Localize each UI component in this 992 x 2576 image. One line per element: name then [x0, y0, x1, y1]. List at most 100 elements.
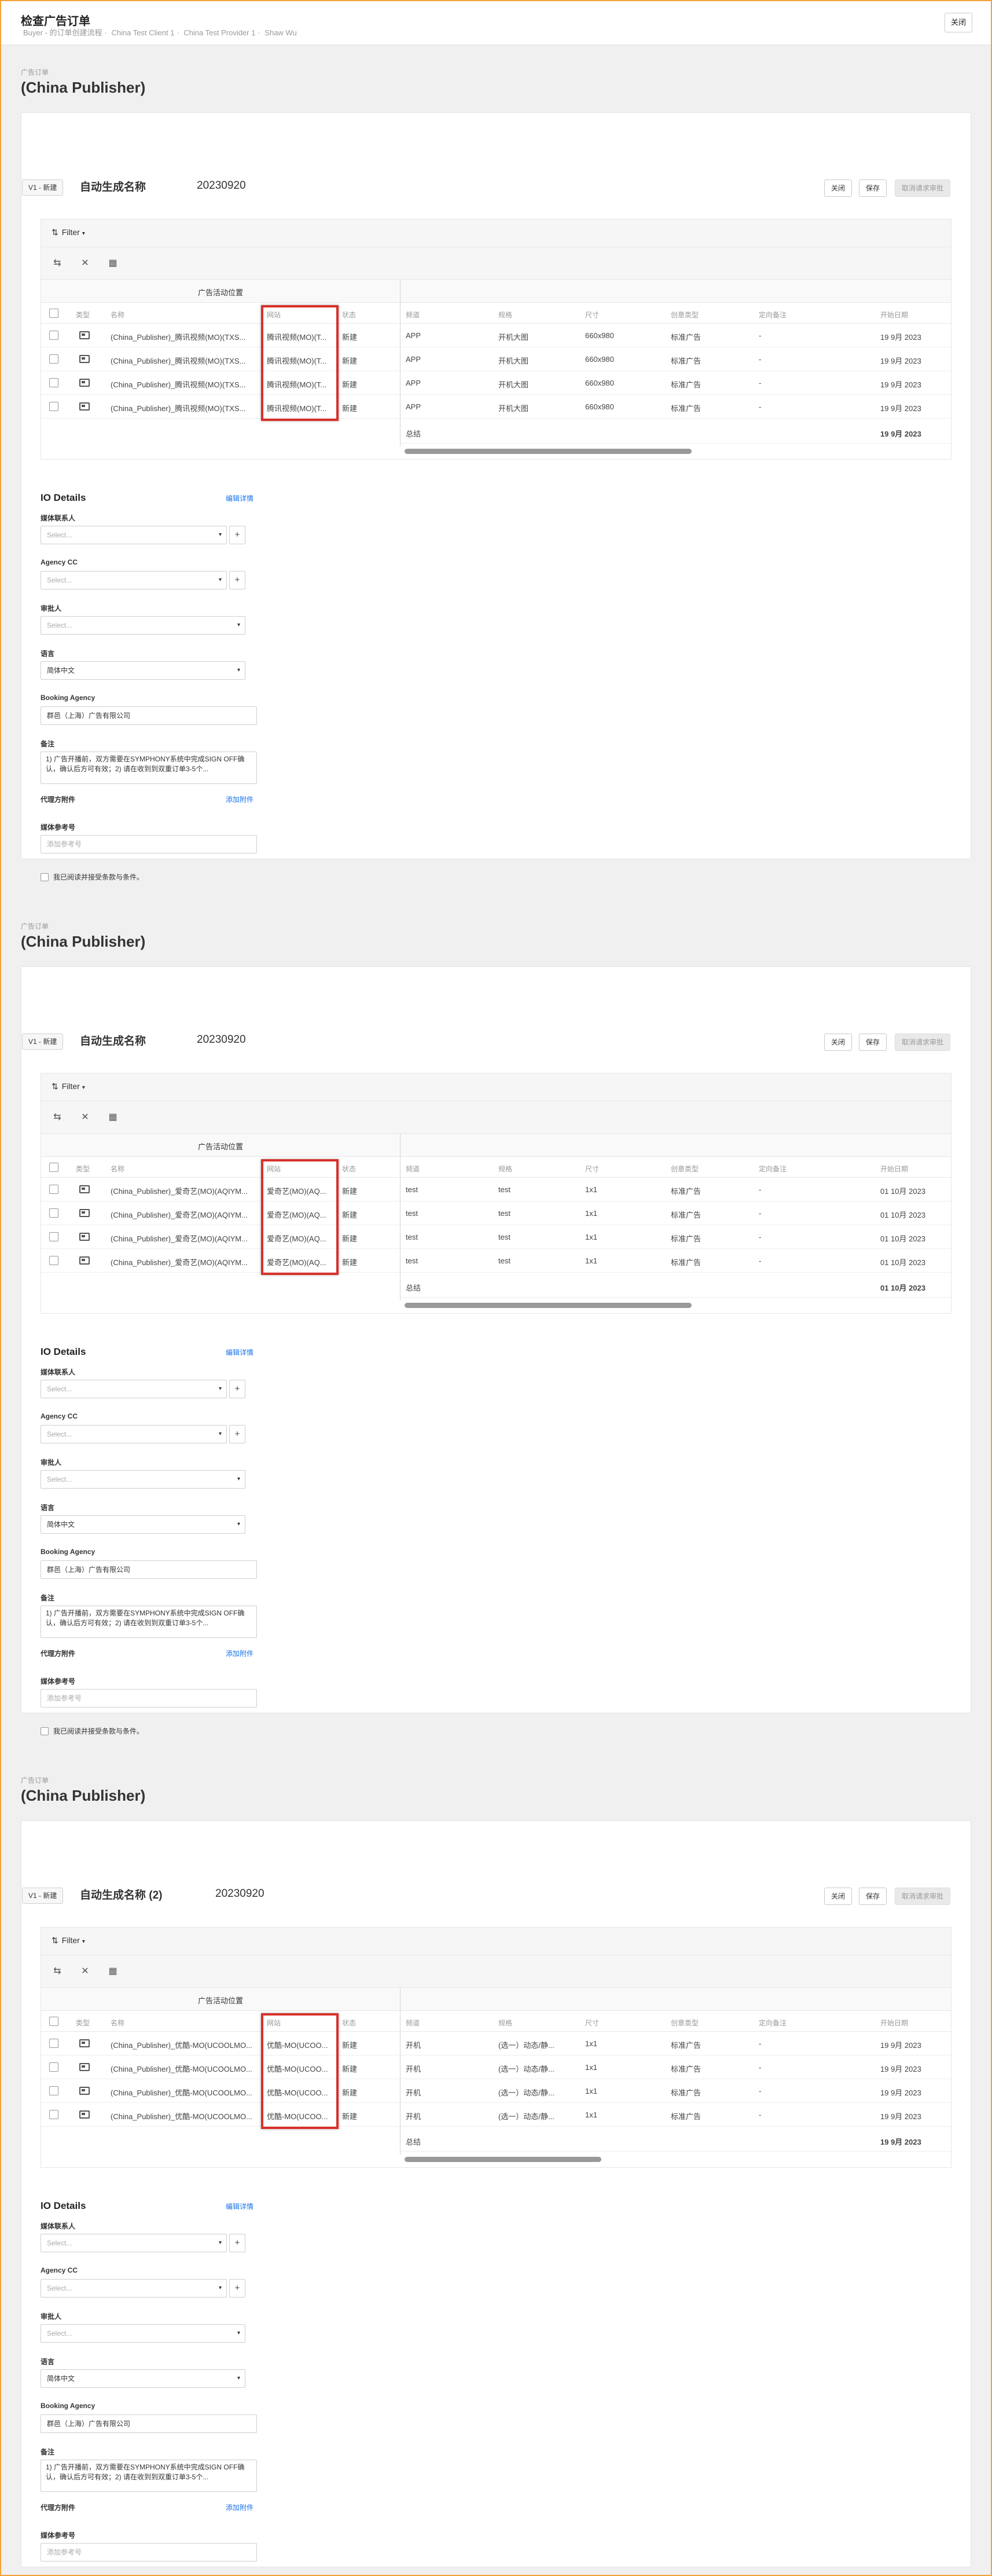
column-header[interactable]: 定向备注 — [759, 310, 787, 320]
add-agency-cc-button[interactable]: + — [229, 571, 245, 589]
column-header[interactable]: 频道 — [406, 2018, 420, 2028]
row-checkbox[interactable] — [49, 2110, 58, 2119]
swap-columns-icon[interactable]: ⇆ — [52, 1112, 63, 1123]
grid-view-icon[interactable]: ▦ — [107, 258, 119, 269]
breadcrumb-item[interactable]: Shaw Wu — [264, 28, 296, 37]
table-row[interactable]: (China_Publisher)_腾讯视频(MO)(TXS... 腾讯视频(MO… — [41, 371, 951, 395]
table-row[interactable]: (China_Publisher)_腾讯视频(MO)(TXS... 腾讯视频(MO… — [41, 395, 951, 419]
approver-select[interactable]: Select... ▾ — [41, 1470, 245, 1489]
column-header[interactable]: 规格 — [498, 1164, 512, 1174]
cell-name[interactable]: (China_Publisher)_爱奇艺(MO)(AQIYM... — [111, 1209, 255, 1220]
breadcrumb-item[interactable]: China Test Client 1 — [111, 28, 174, 37]
filter-button[interactable]: ⇅ Filter ▾ — [52, 1936, 85, 1945]
column-header[interactable]: 开始日期 — [880, 1164, 908, 1174]
terms-checkbox[interactable] — [41, 873, 49, 881]
language-select[interactable]: 简体中文 ▾ — [41, 2369, 245, 2388]
column-header[interactable]: 尺寸 — [585, 1164, 599, 1174]
column-header[interactable]: 开始日期 — [880, 2018, 908, 2028]
column-header[interactable]: 规格 — [498, 2018, 512, 2028]
column-header[interactable]: 创意类型 — [671, 1164, 699, 1174]
column-header[interactable]: 创意类型 — [671, 2018, 699, 2028]
row-checkbox[interactable] — [49, 2062, 58, 2072]
row-checkbox[interactable] — [49, 1232, 58, 1241]
column-header[interactable]: 类型 — [76, 2018, 90, 2028]
column-header[interactable]: 定向备注 — [759, 2018, 787, 2028]
table-row[interactable]: (China_Publisher)_爱奇艺(MO)(AQIYM... 爱奇艺(MO… — [41, 1178, 951, 1201]
add-agency-cc-button[interactable]: + — [229, 2279, 245, 2297]
cell-name[interactable]: (China_Publisher)_优酷-MO(UCOOLMO... — [111, 2087, 255, 2098]
language-select[interactable]: 简体中文 ▾ — [41, 1515, 245, 1534]
table-row[interactable]: (China_Publisher)_爱奇艺(MO)(AQIYM... 爱奇艺(MO… — [41, 1225, 951, 1249]
remark-textarea[interactable]: 1) 广告开播前，双方需要在SYMPHONY系统中完成SIGN OFF确认，确认… — [41, 2460, 257, 2492]
agency-cc-select[interactable]: Select... ▾ — [41, 2279, 227, 2297]
add-attachment-link[interactable]: 添加附件 — [226, 2502, 253, 2512]
row-checkbox[interactable] — [49, 2039, 58, 2048]
filter-button[interactable]: ⇅ Filter ▾ — [52, 1082, 85, 1091]
remark-textarea[interactable]: 1) 广告开播前，双方需要在SYMPHONY系统中完成SIGN OFF确认，确认… — [41, 752, 257, 784]
column-header[interactable]: 类型 — [76, 1164, 90, 1174]
approver-select[interactable]: Select... ▾ — [41, 2324, 245, 2343]
language-select[interactable]: 简体中文 ▾ — [41, 661, 245, 680]
row-checkbox[interactable] — [49, 378, 58, 387]
table-row[interactable]: (China_Publisher)_优酷-MO(UCOOLMO... 优酷-MO(… — [41, 2055, 951, 2079]
add-media-contact-button[interactable]: + — [229, 526, 245, 544]
close-icon[interactable]: ✕ — [79, 1112, 91, 1123]
table-row[interactable]: (China_Publisher)_优酷-MO(UCOOLMO... 优酷-MO(… — [41, 2032, 951, 2055]
cell-name[interactable]: (China_Publisher)_爱奇艺(MO)(AQIYM... — [111, 1256, 255, 1267]
column-header[interactable]: 名称 — [111, 1164, 124, 1174]
cell-name[interactable]: (China_Publisher)_腾讯视频(MO)(TXS... — [111, 379, 255, 390]
cell-name[interactable]: (China_Publisher)_腾讯视频(MO)(TXS... — [111, 331, 255, 342]
media-contact-select[interactable]: Select... ▾ — [41, 1380, 227, 1398]
table-row[interactable]: (China_Publisher)_爱奇艺(MO)(AQIYM... 爱奇艺(MO… — [41, 1201, 951, 1225]
select-all-checkbox[interactable] — [49, 2017, 58, 2026]
column-header[interactable]: 状态 — [342, 310, 356, 320]
cell-name[interactable]: (China_Publisher)_优酷-MO(UCOOLMO... — [111, 2063, 255, 2074]
column-header[interactable]: 创意类型 — [671, 310, 699, 320]
table-row[interactable]: (China_Publisher)_优酷-MO(UCOOLMO... 优酷-MO(… — [41, 2103, 951, 2127]
agency-cc-select[interactable]: Select... ▾ — [41, 571, 227, 589]
row-checkbox[interactable] — [49, 402, 58, 411]
row-checkbox[interactable] — [49, 1256, 58, 1265]
column-header[interactable]: 频道 — [406, 1164, 420, 1174]
swap-columns-icon[interactable]: ⇆ — [52, 1966, 63, 1977]
close-page-button[interactable]: 关闭 — [945, 13, 972, 32]
grid-view-icon[interactable]: ▦ — [107, 1966, 119, 1977]
select-all-checkbox[interactable] — [49, 309, 58, 318]
column-header[interactable]: 开始日期 — [880, 310, 908, 320]
swap-columns-icon[interactable]: ⇆ — [52, 258, 63, 269]
cell-name[interactable]: (China_Publisher)_爱奇艺(MO)(AQIYM... — [111, 1233, 255, 1244]
column-header[interactable]: 状态 — [342, 2018, 356, 2028]
media-reference-input[interactable]: 添加参考号 — [41, 2543, 257, 2562]
column-header[interactable]: 类型 — [76, 310, 90, 320]
column-header[interactable]: 尺寸 — [585, 310, 599, 320]
remark-textarea[interactable]: 1) 广告开播前，双方需要在SYMPHONY系统中完成SIGN OFF确认，确认… — [41, 1606, 257, 1638]
cell-name[interactable]: (China_Publisher)_腾讯视频(MO)(TXS... — [111, 402, 255, 413]
cell-name[interactable]: (China_Publisher)_腾讯视频(MO)(TXS... — [111, 355, 255, 366]
row-checkbox[interactable] — [49, 1185, 58, 1194]
column-header[interactable]: 名称 — [111, 2018, 124, 2028]
add-attachment-link[interactable]: 添加附件 — [226, 794, 253, 804]
edit-details-link[interactable]: 编辑详情 — [226, 1347, 253, 1357]
agency-cc-select[interactable]: Select... ▾ — [41, 1425, 227, 1443]
breadcrumb-item[interactable]: China Test Provider 1 — [183, 28, 255, 37]
horizontal-scrollbar[interactable] — [405, 1303, 692, 1308]
column-header[interactable]: 名称 — [111, 310, 124, 320]
grid-view-icon[interactable]: ▦ — [107, 1112, 119, 1123]
media-reference-input[interactable]: 添加参考号 — [41, 1689, 257, 1707]
close-button[interactable]: 关闭 — [824, 1888, 852, 1905]
column-header[interactable]: 尺寸 — [585, 2018, 599, 2028]
column-header[interactable]: 状态 — [342, 1164, 356, 1174]
table-row[interactable]: (China_Publisher)_腾讯视频(MO)(TXS... 腾讯视频(MO… — [41, 347, 951, 371]
terms-agreement[interactable]: 我已阅读并接受条款与条件。 — [41, 872, 144, 882]
row-checkbox[interactable] — [49, 331, 58, 340]
close-button[interactable]: 关闭 — [824, 179, 852, 197]
breadcrumb-item[interactable]: Buyer - 的订单创建流程 — [23, 28, 102, 37]
table-row[interactable]: (China_Publisher)_腾讯视频(MO)(TXS... 腾讯视频(MO… — [41, 324, 951, 347]
close-button[interactable]: 关闭 — [824, 1034, 852, 1051]
save-button[interactable]: 保存 — [859, 1888, 887, 1905]
cell-name[interactable]: (China_Publisher)_优酷-MO(UCOOLMO... — [111, 2110, 255, 2121]
table-row[interactable]: (China_Publisher)_优酷-MO(UCOOLMO... 优酷-MO(… — [41, 2079, 951, 2103]
cell-name[interactable]: (China_Publisher)_爱奇艺(MO)(AQIYM... — [111, 1185, 255, 1196]
save-button[interactable]: 保存 — [859, 179, 887, 197]
add-media-contact-button[interactable]: + — [229, 1380, 245, 1398]
